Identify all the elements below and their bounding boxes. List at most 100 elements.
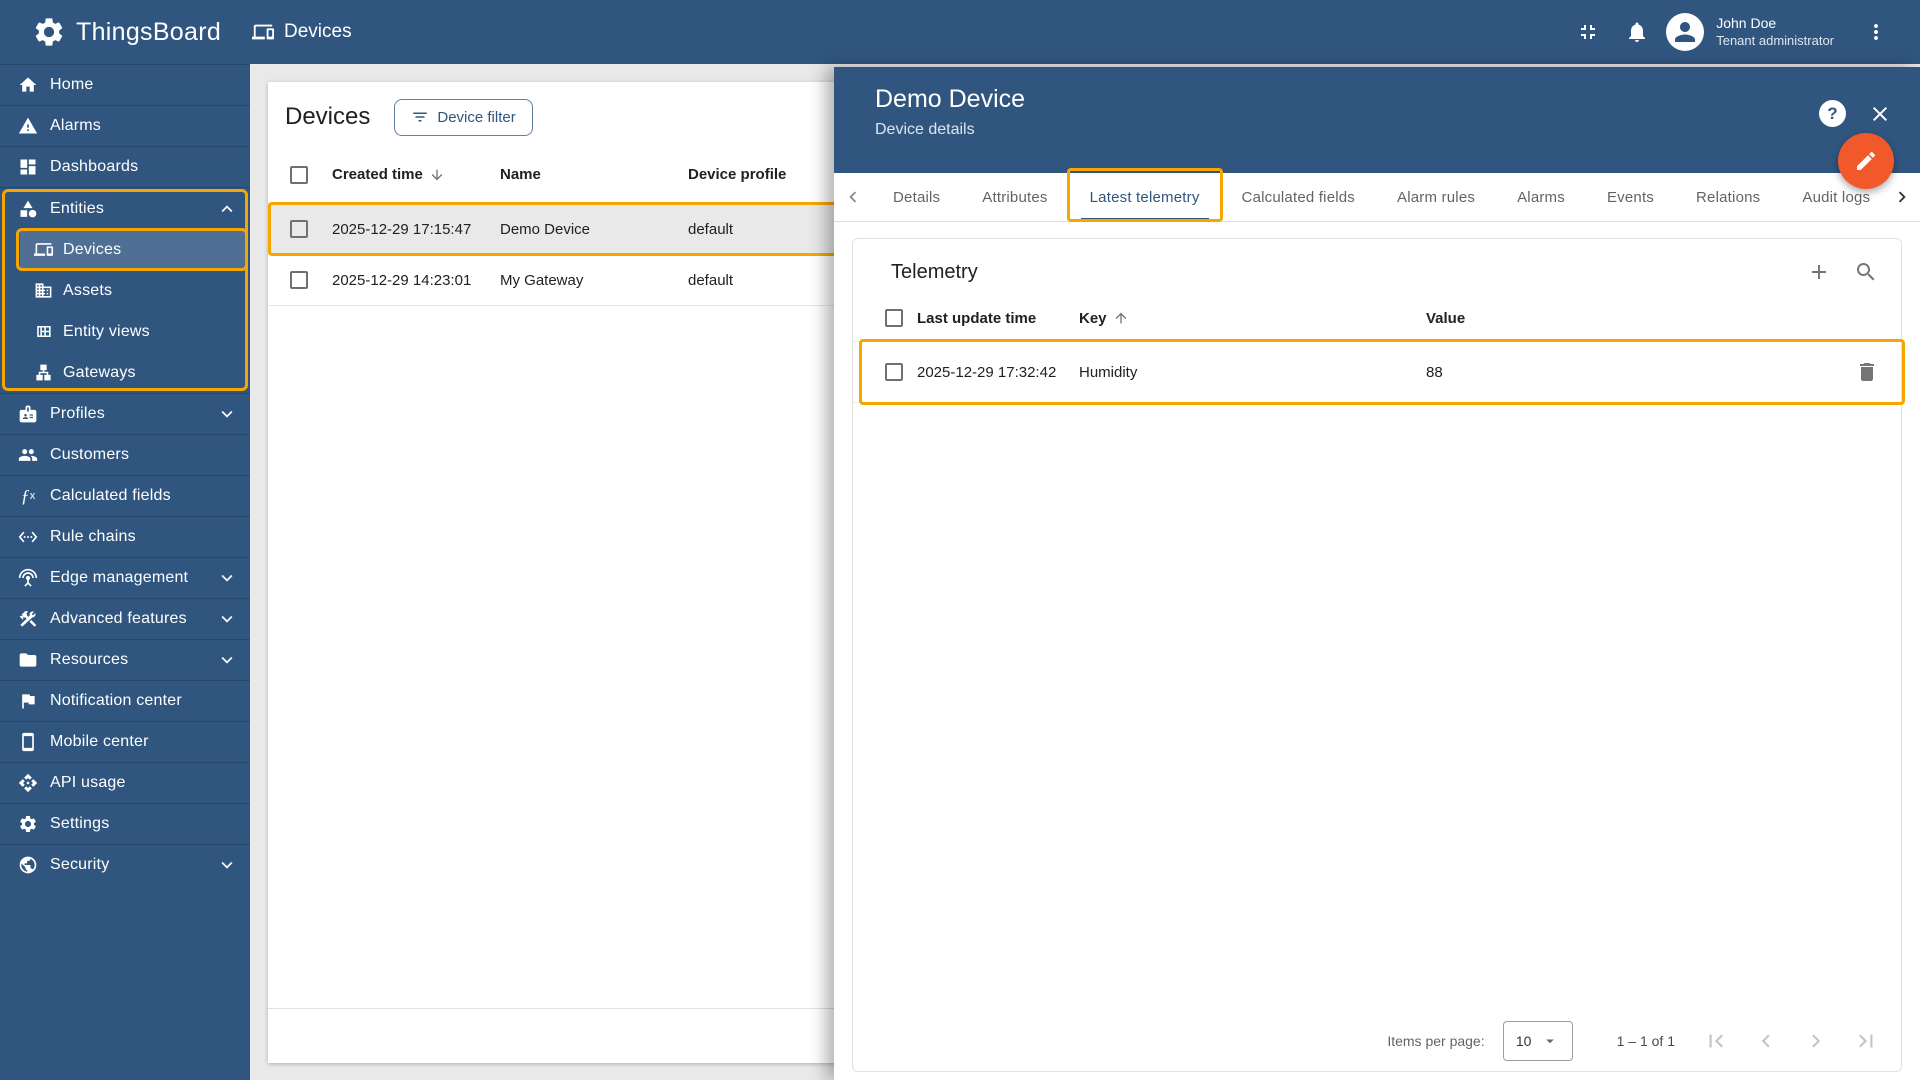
sidebar-item-label: Resources bbox=[50, 651, 129, 668]
sidebar-item-label: Rule chains bbox=[50, 528, 136, 545]
thingsboard-gear-logo-icon bbox=[32, 15, 66, 49]
user-info: John Doe Tenant administrator bbox=[1716, 14, 1834, 49]
column-key[interactable]: Key bbox=[1079, 310, 1426, 327]
row-checkbox[interactable] bbox=[290, 220, 308, 238]
sidebar-item-entity-views[interactable]: Entity views bbox=[20, 311, 246, 352]
chevron-down-icon bbox=[216, 649, 238, 671]
row-checkbox[interactable] bbox=[885, 363, 903, 381]
tab-attributes[interactable]: Attributes bbox=[961, 173, 1068, 221]
column-key-label: Key bbox=[1079, 309, 1107, 327]
telemetry-row-humidity[interactable]: 2025-12-29 17:32:42 Humidity 88 bbox=[853, 339, 1905, 405]
add-telemetry-icon[interactable] bbox=[1807, 260, 1831, 284]
sidebar-item-home[interactable]: Home bbox=[0, 64, 250, 105]
last-page-icon[interactable] bbox=[1853, 1028, 1879, 1054]
device-filter-button[interactable]: Device filter bbox=[394, 98, 533, 136]
sidebar-item-security[interactable]: Security bbox=[0, 844, 250, 885]
profiles-icon bbox=[18, 404, 38, 424]
user-avatar[interactable] bbox=[1666, 13, 1705, 51]
sidebar-item-label: Calculated fields bbox=[50, 487, 171, 504]
next-page-icon[interactable] bbox=[1803, 1028, 1829, 1054]
tabs-scroll-left-icon[interactable] bbox=[834, 173, 872, 221]
delete-telemetry-icon[interactable] bbox=[1855, 360, 1879, 384]
telemetry-last-update-time: 2025-12-29 17:32:42 bbox=[917, 363, 1057, 381]
device-created-time: 2025-12-29 14:23:01 bbox=[332, 271, 472, 289]
assets-icon bbox=[34, 281, 53, 300]
tools-icon bbox=[18, 609, 38, 629]
tab-details[interactable]: Details bbox=[872, 173, 961, 221]
column-value[interactable]: Value bbox=[1426, 310, 1901, 327]
device-name: Demo Device bbox=[500, 220, 591, 238]
telemetry-pagination: Items per page: 10 1 – 1 of 1 bbox=[853, 1011, 1901, 1071]
telemetry-select-all-checkbox[interactable] bbox=[885, 309, 903, 327]
search-icon[interactable] bbox=[1854, 260, 1878, 284]
column-last-update-time[interactable]: Last update time bbox=[917, 310, 1079, 327]
previous-page-icon[interactable] bbox=[1753, 1028, 1779, 1054]
first-page-icon[interactable] bbox=[1703, 1028, 1729, 1054]
devices-page-icon bbox=[252, 21, 274, 43]
sidebar-item-resources[interactable]: Resources bbox=[0, 639, 250, 680]
tab-label: Latest telemetry bbox=[1089, 188, 1200, 206]
tab-events[interactable]: Events bbox=[1586, 173, 1675, 221]
sidebar-item-calculated-fields[interactable]: ƒx Calculated fields bbox=[0, 475, 250, 516]
sidebar-item-customers[interactable]: Customers bbox=[0, 434, 250, 475]
edit-fab-button[interactable] bbox=[1838, 133, 1894, 189]
telemetry-card: Telemetry Last update time Key Value 202… bbox=[852, 238, 1905, 1072]
tab-relations[interactable]: Relations bbox=[1675, 173, 1781, 221]
help-icon[interactable]: ? bbox=[1819, 100, 1846, 127]
telemetry-table-body: 2025-12-29 17:32:42 Humidity 88 bbox=[853, 339, 1905, 405]
sidebar-item-profiles[interactable]: Profiles bbox=[0, 393, 250, 434]
sidebar-item-label: Dashboards bbox=[50, 158, 139, 175]
column-name[interactable]: Name bbox=[500, 166, 688, 183]
sidebar-item-assets[interactable]: Assets bbox=[20, 270, 246, 311]
tabs-scroll-right-icon[interactable] bbox=[1884, 173, 1920, 220]
sidebar-nav: Home Alarms Dashboards Entities Devices … bbox=[0, 64, 250, 885]
sidebar-item-label: Customers bbox=[50, 446, 130, 463]
sidebar-item-label: Security bbox=[50, 856, 110, 873]
edge-icon bbox=[18, 568, 38, 588]
page-size-value: 10 bbox=[1515, 1033, 1532, 1049]
rule-chains-icon bbox=[18, 527, 38, 547]
sidebar-item-dashboards[interactable]: Dashboards bbox=[0, 146, 250, 187]
telemetry-card-header: Telemetry bbox=[853, 239, 1901, 295]
tab-alarm-rules[interactable]: Alarm rules bbox=[1376, 173, 1496, 221]
sidebar: Home Alarms Dashboards Entities Devices … bbox=[0, 64, 250, 1080]
column-created-time[interactable]: Created time bbox=[332, 166, 500, 183]
close-icon[interactable] bbox=[1868, 102, 1892, 126]
sort-descending-icon bbox=[429, 167, 445, 183]
phone-icon bbox=[18, 732, 38, 752]
sidebar-item-entities[interactable]: Entities bbox=[0, 188, 250, 229]
telemetry-title: Telemetry bbox=[891, 260, 978, 283]
page-title-wrap: Devices bbox=[252, 21, 352, 43]
home-icon bbox=[18, 75, 38, 95]
more-vert-icon[interactable] bbox=[1856, 12, 1896, 52]
tab-calculated-fields[interactable]: Calculated fields bbox=[1221, 173, 1376, 221]
sidebar-item-notification-center[interactable]: Notification center bbox=[0, 680, 250, 721]
details-panel-subtitle: Device details bbox=[875, 121, 975, 138]
sidebar-item-advanced-features[interactable]: Advanced features bbox=[0, 598, 250, 639]
page-size-select[interactable]: 10 bbox=[1502, 1021, 1573, 1061]
sidebar-item-rule-chains[interactable]: Rule chains bbox=[0, 516, 250, 557]
select-all-checkbox[interactable] bbox=[290, 165, 308, 184]
telemetry-key: Humidity bbox=[1079, 363, 1138, 381]
sidebar-item-api-usage[interactable]: API usage bbox=[0, 762, 250, 803]
tab-alarms[interactable]: Alarms bbox=[1496, 173, 1586, 221]
pencil-icon bbox=[1857, 151, 1876, 170]
sidebar-item-settings[interactable]: Settings bbox=[0, 803, 250, 844]
sidebar-item-mobile-center[interactable]: Mobile center bbox=[0, 721, 250, 762]
thingsboard-logo[interactable]: ThingsBoard bbox=[0, 15, 221, 49]
sidebar-item-label: Home bbox=[50, 76, 94, 93]
filter-icon bbox=[411, 108, 429, 126]
tab-latest-telemetry[interactable]: Latest telemetry bbox=[1066, 168, 1223, 222]
sidebar-item-gateways[interactable]: Gateways bbox=[20, 352, 246, 393]
sidebar-item-edge-management[interactable]: Edge management bbox=[0, 557, 250, 598]
sidebar-item-devices[interactable]: Devices bbox=[16, 228, 248, 271]
fullscreen-exit-icon[interactable] bbox=[1568, 12, 1608, 52]
details-panel-title: Demo Device bbox=[875, 85, 1026, 113]
sidebar-item-alarms[interactable]: Alarms bbox=[0, 105, 250, 146]
chevron-down-icon bbox=[216, 403, 238, 425]
telemetry-actions bbox=[1807, 260, 1878, 284]
row-checkbox[interactable] bbox=[290, 271, 308, 289]
telemetry-table-header: Last update time Key Value bbox=[853, 295, 1901, 341]
notifications-bell-icon[interactable] bbox=[1617, 12, 1657, 52]
sidebar-item-label: Advanced features bbox=[50, 610, 187, 627]
